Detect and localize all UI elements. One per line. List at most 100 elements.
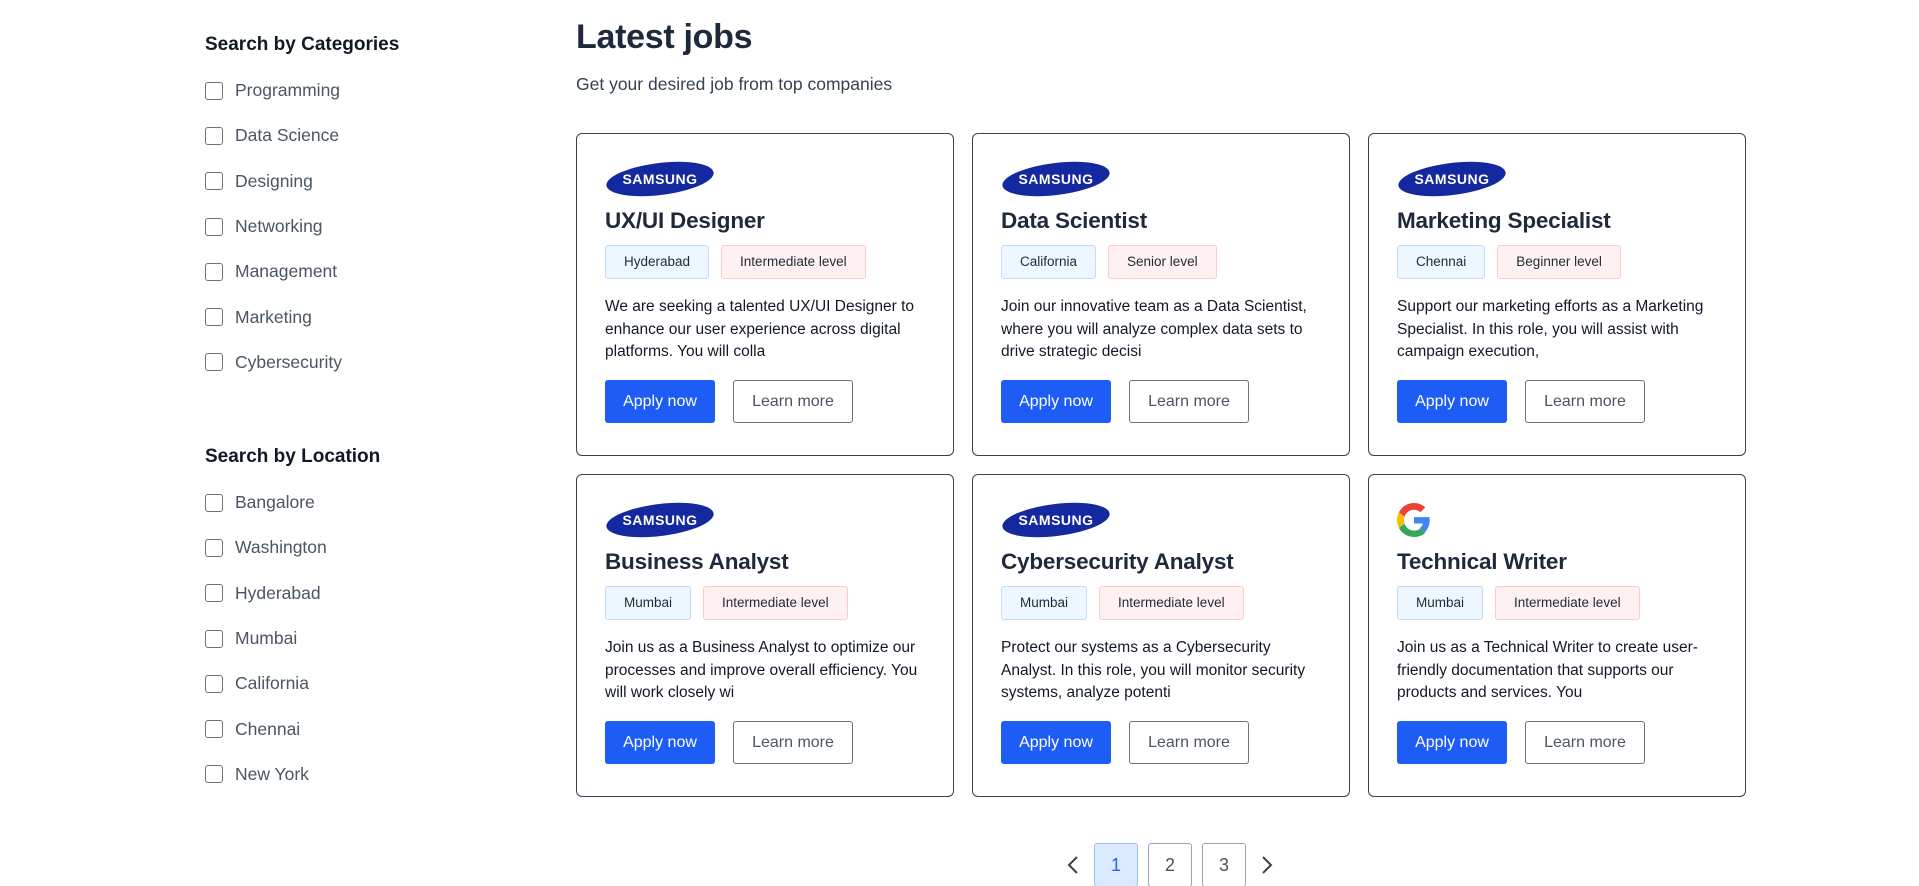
chevron-left-icon[interactable] <box>1062 843 1084 886</box>
filter-label: Designing <box>235 170 313 191</box>
category-filter-cybersecurity[interactable]: Cybersecurity <box>205 340 399 385</box>
company-logo: SAMSUNG <box>1397 160 1717 198</box>
level-tag: Intermediate level <box>1495 586 1640 620</box>
checkbox[interactable] <box>205 308 223 327</box>
location-filter: Search by Location Bangalore Washington Hy… <box>205 434 380 797</box>
job-tags: Mumbai Intermediate level <box>1001 586 1321 620</box>
job-description: Support our marketing efforts as a Marke… <box>1397 298 1704 360</box>
checkbox[interactable] <box>205 353 223 372</box>
samsung-logo-text: SAMSUNG <box>1414 171 1489 187</box>
level-tag: Intermediate level <box>721 245 866 279</box>
chevron-right-icon[interactable] <box>1256 843 1278 886</box>
company-logo: SAMSUNG <box>1001 501 1321 539</box>
learn-more-button[interactable]: Learn more <box>733 721 853 764</box>
job-grid: SAMSUNG UX/UI Designer Hyderabad Intermedia… <box>576 133 1746 797</box>
job-actions: Apply now Learn more <box>1001 380 1321 423</box>
checkbox[interactable] <box>205 720 223 739</box>
job-actions: Apply now Learn more <box>1397 380 1717 423</box>
location-tag: Chennai <box>1397 245 1486 279</box>
job-card-data-scientist: SAMSUNG Data Scientist California Senior le… <box>972 133 1350 456</box>
company-logo <box>1397 501 1717 539</box>
category-filter-networking[interactable]: Networking <box>205 204 399 249</box>
category-filter-management[interactable]: Management <box>205 249 399 294</box>
filter-label: Networking <box>235 216 323 237</box>
samsung-logo: SAMSUNG <box>606 502 714 538</box>
apply-now-button[interactable]: Apply now <box>1001 721 1111 764</box>
checkbox[interactable] <box>205 584 223 603</box>
google-logo <box>1397 503 1430 537</box>
company-logo: SAMSUNG <box>605 501 925 539</box>
filter-label: Data Science <box>235 125 340 146</box>
location-filter-washington[interactable]: Washington <box>205 525 380 570</box>
job-description: Join us as a Business Analyst to optimiz… <box>605 639 918 701</box>
samsung-logo: SAMSUNG <box>606 161 714 197</box>
page-title: Latest jobs <box>576 18 753 56</box>
job-actions: Apply now Learn more <box>1001 721 1321 764</box>
checkbox[interactable] <box>205 262 223 281</box>
checkbox[interactable] <box>205 765 223 784</box>
location-filter-new-york[interactable]: New York <box>205 752 380 797</box>
level-tag: Intermediate level <box>1099 586 1244 620</box>
category-filter-designing[interactable]: Designing <box>205 159 399 204</box>
learn-more-button[interactable]: Learn more <box>1129 380 1249 423</box>
checkbox[interactable] <box>205 126 223 145</box>
page-button-3[interactable]: 3 <box>1202 843 1246 886</box>
filter-label: California <box>235 673 309 694</box>
filter-label: Management <box>235 261 338 282</box>
samsung-logo: SAMSUNG <box>1002 161 1110 197</box>
pagination: 123 <box>1062 843 1278 886</box>
job-card-business-analyst: SAMSUNG Business Analyst Mumbai Intermediat… <box>576 474 954 797</box>
learn-more-button[interactable]: Learn more <box>733 380 853 423</box>
company-logo: SAMSUNG <box>1001 160 1321 198</box>
samsung-logo: SAMSUNG <box>1002 502 1110 538</box>
location-filter-mumbai[interactable]: Mumbai <box>205 616 380 661</box>
checkbox[interactable] <box>205 674 223 693</box>
checkbox[interactable] <box>205 172 223 191</box>
checkbox[interactable] <box>205 493 223 512</box>
category-filter-data-science[interactable]: Data Science <box>205 113 399 158</box>
job-description: Join us as a Technical Writer to create … <box>1397 639 1698 701</box>
location-tag: California <box>1001 245 1097 279</box>
categories-filter-title: Search by Categories <box>205 34 400 55</box>
learn-more-button[interactable]: Learn more <box>1129 721 1249 764</box>
job-title: Data Scientist <box>1001 208 1147 233</box>
category-filter-programming[interactable]: Programming <box>205 68 399 113</box>
learn-more-button[interactable]: Learn more <box>1525 721 1645 764</box>
checkbox[interactable] <box>205 538 223 557</box>
location-tag: Mumbai <box>1397 586 1484 620</box>
categories-filter: Search by Categories Programming Data Sci… <box>205 22 399 385</box>
job-actions: Apply now Learn more <box>605 380 925 423</box>
job-title: Technical Writer <box>1397 549 1567 574</box>
level-tag: Beginner level <box>1497 245 1621 279</box>
category-filter-marketing[interactable]: Marketing <box>205 294 399 339</box>
filter-label: Cybersecurity <box>235 351 342 372</box>
level-tag: Intermediate level <box>703 586 848 620</box>
filter-label: Mumbai <box>235 628 298 649</box>
page-subtitle: Get your desired job from top companies <box>576 74 893 94</box>
apply-now-button[interactable]: Apply now <box>605 721 715 764</box>
samsung-logo-text: SAMSUNG <box>622 171 697 187</box>
checkbox[interactable] <box>205 629 223 648</box>
apply-now-button[interactable]: Apply now <box>605 380 715 423</box>
checkbox[interactable] <box>205 217 223 236</box>
location-filter-california[interactable]: California <box>205 661 380 706</box>
job-card-cybersecurity-analyst: SAMSUNG Cybersecurity Analyst Mumbai Interm… <box>972 474 1350 797</box>
job-actions: Apply now Learn more <box>1397 721 1717 764</box>
page-button-2[interactable]: 2 <box>1148 843 1192 886</box>
samsung-logo-text: SAMSUNG <box>1018 171 1093 187</box>
location-filter-hyderabad[interactable]: Hyderabad <box>205 571 380 616</box>
job-description: We are seeking a talented UX/UI Designer… <box>605 298 915 360</box>
job-actions: Apply now Learn more <box>605 721 925 764</box>
apply-now-button[interactable]: Apply now <box>1397 721 1507 764</box>
apply-now-button[interactable]: Apply now <box>1397 380 1507 423</box>
job-title: UX/UI Designer <box>605 208 765 233</box>
learn-more-button[interactable]: Learn more <box>1525 380 1645 423</box>
location-tag: Mumbai <box>1001 586 1088 620</box>
checkbox[interactable] <box>205 81 223 100</box>
location-filter-bangalore[interactable]: Bangalore <box>205 480 380 525</box>
location-filter-chennai[interactable]: Chennai <box>205 706 380 751</box>
page-button-1[interactable]: 1 <box>1094 843 1138 886</box>
apply-now-button[interactable]: Apply now <box>1001 380 1111 423</box>
filter-label: Bangalore <box>235 492 315 513</box>
filter-label: Marketing <box>235 306 312 327</box>
